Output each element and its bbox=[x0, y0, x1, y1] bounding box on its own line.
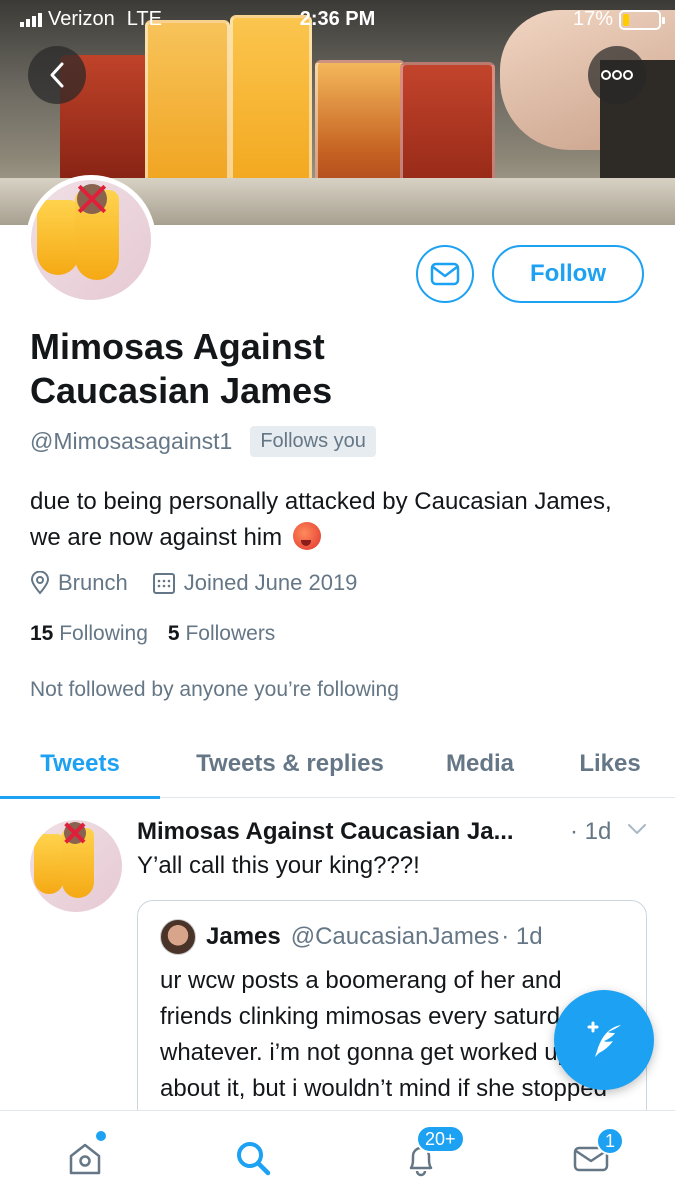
nav-messages[interactable]: 1 bbox=[566, 1127, 625, 1183]
search-icon bbox=[237, 1142, 271, 1176]
tweet-avatar[interactable] bbox=[30, 820, 122, 912]
profile-tabs: Tweets Tweets & replies Media Likes bbox=[0, 730, 675, 799]
profile-name: Mimosas Against Caucasian James bbox=[30, 326, 333, 411]
joined-text: Joined June 2019 bbox=[183, 570, 358, 595]
location: Brunch bbox=[30, 570, 128, 596]
battery-icon bbox=[619, 9, 665, 30]
more-dots-icon bbox=[601, 70, 633, 80]
quoted-avatar bbox=[160, 919, 196, 955]
tweet-text: Y’all call this your king???! bbox=[137, 852, 420, 879]
battery-group: 17% bbox=[572, 8, 665, 31]
quoted-tweet-header: James @CaucasianJames · 1d bbox=[160, 919, 543, 955]
home-unread-dot bbox=[96, 1131, 106, 1141]
location-text: Brunch bbox=[58, 570, 128, 595]
notifications-badge: 20+ bbox=[416, 1125, 465, 1153]
nav-search[interactable] bbox=[228, 1133, 278, 1183]
following-count: 15 bbox=[30, 622, 54, 645]
follow-button[interactable]: Follow bbox=[492, 245, 644, 303]
avatar-flute bbox=[37, 200, 79, 275]
envelope-icon bbox=[430, 262, 460, 286]
handle-row: @Mimosasagainst1 Follows you bbox=[30, 426, 376, 457]
quoted-name: James bbox=[206, 923, 281, 950]
crossed-face-icon bbox=[64, 822, 86, 844]
nav-notifications[interactable]: 20+ bbox=[396, 1125, 465, 1183]
home-icon bbox=[69, 1143, 101, 1175]
back-button[interactable] bbox=[28, 46, 86, 104]
chevron-left-icon bbox=[50, 62, 64, 88]
compose-tweet-icon bbox=[587, 1021, 621, 1057]
profile-avatar[interactable] bbox=[26, 175, 156, 305]
not-followed-note: Not followed by anyone you’re following bbox=[30, 678, 399, 701]
tweet-menu-button[interactable] bbox=[626, 822, 648, 841]
banner-glass bbox=[145, 20, 230, 200]
joined-date: Joined June 2019 bbox=[152, 570, 358, 596]
avatar-flute bbox=[34, 834, 64, 894]
following-label: Following bbox=[59, 622, 148, 645]
battery-percent: 17% bbox=[572, 8, 613, 30]
followers-count: 5 bbox=[167, 622, 180, 645]
bio-text: due to being personally attacked by Cauc… bbox=[30, 488, 612, 551]
followers-link[interactable]: 5 Followers bbox=[168, 622, 275, 646]
chevron-down-icon bbox=[628, 824, 646, 834]
battery-fill bbox=[623, 13, 629, 26]
profile-meta: Brunch Joined June 2019 bbox=[30, 570, 371, 596]
following-link[interactable]: 15 Following bbox=[30, 622, 148, 646]
quoted-handle: @CaucasianJames bbox=[290, 923, 500, 950]
tab-tweets-replies[interactable]: Tweets & replies bbox=[160, 730, 420, 798]
calendar-icon bbox=[152, 573, 175, 594]
bottom-nav: 20+ 1 bbox=[0, 1110, 675, 1200]
status-bar: Verizon LTE 2:36 PM 17% bbox=[0, 0, 675, 40]
quoted-time: · 1d bbox=[501, 923, 543, 950]
nav-home[interactable] bbox=[60, 1131, 110, 1183]
tweet-author[interactable]: Mimosas Against Caucasian Ja... bbox=[137, 818, 514, 846]
followers-label: Followers bbox=[185, 622, 276, 645]
profile-handle: @Mimosasagainst1 bbox=[30, 428, 233, 454]
tab-likes[interactable]: Likes bbox=[545, 730, 675, 798]
follows-you-badge: Follows you bbox=[250, 426, 376, 457]
tab-media[interactable]: Media bbox=[420, 730, 540, 798]
follow-counts: 15 Following 5 Followers bbox=[30, 622, 275, 646]
message-button[interactable] bbox=[416, 245, 474, 303]
hot-face-emoji-icon bbox=[292, 522, 321, 550]
compose-tweet-button[interactable] bbox=[554, 990, 654, 1090]
location-pin-icon bbox=[30, 571, 50, 595]
tab-tweets[interactable]: Tweets bbox=[0, 730, 160, 799]
banner-glass bbox=[230, 15, 312, 205]
tweet-time: · 1d bbox=[570, 818, 612, 845]
messages-badge: 1 bbox=[596, 1127, 625, 1155]
crossed-face-icon bbox=[77, 184, 107, 214]
profile-bio: due to being personally attacked by Cauc… bbox=[30, 484, 645, 556]
more-options-button[interactable] bbox=[588, 46, 646, 104]
